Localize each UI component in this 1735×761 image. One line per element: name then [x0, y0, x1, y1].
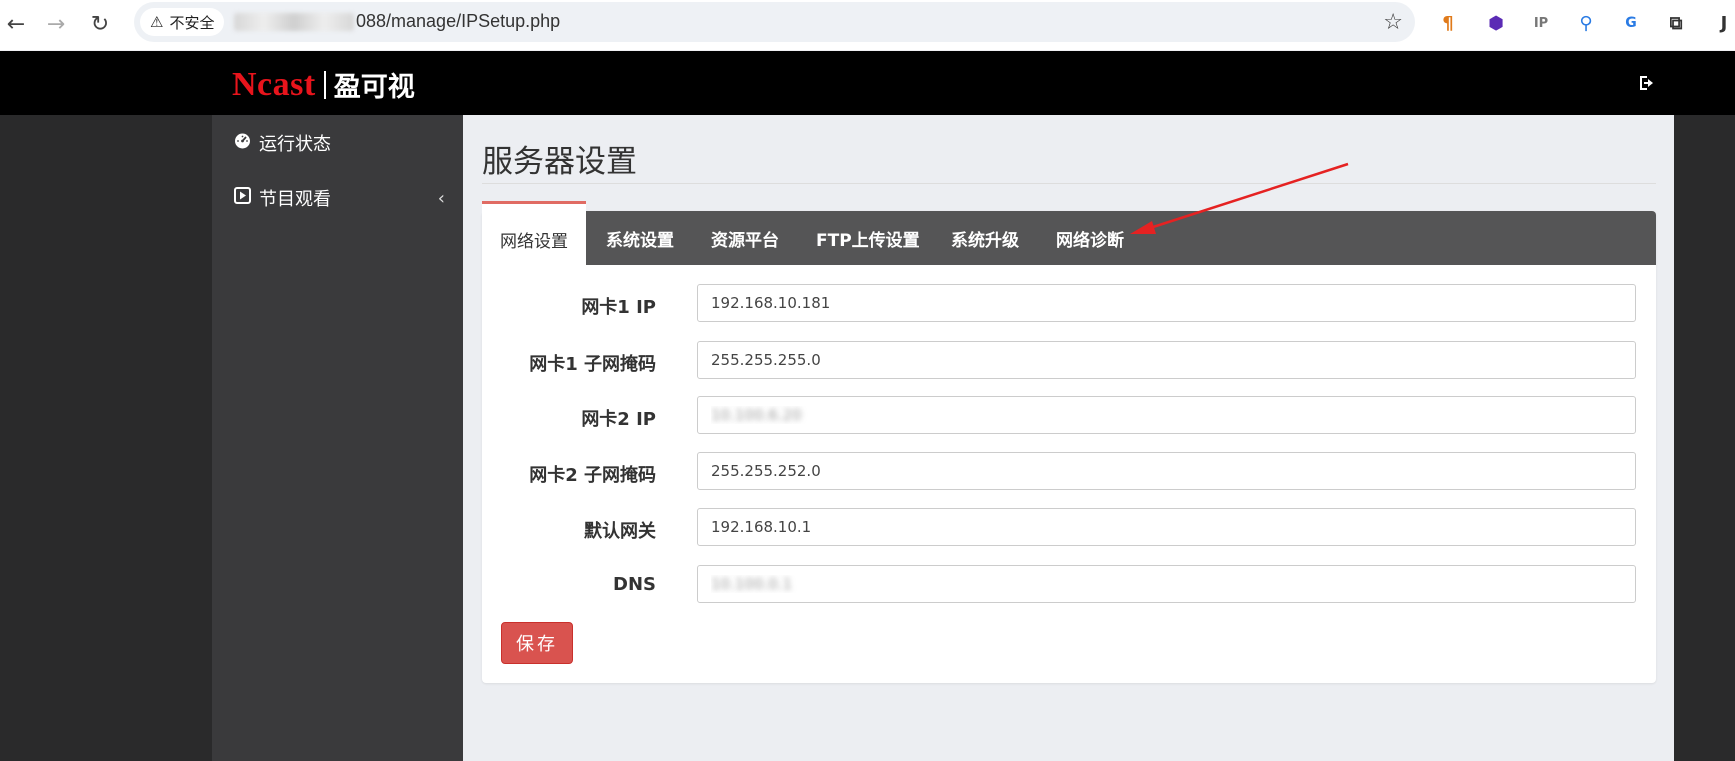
html5-extension-icon[interactable]: ⬢: [1482, 9, 1510, 37]
form-row-nic1-ip: 网卡1 IP: [482, 284, 1656, 322]
nic1-ip-input[interactable]: [697, 284, 1636, 322]
left-gutter: [0, 115, 212, 761]
field-label: DNS: [613, 574, 656, 595]
url-redacted: [234, 13, 354, 32]
sidebar: 运行状态 节目观看 ‹: [212, 115, 463, 761]
extensions-puzzle-icon[interactable]: ⧉: [1662, 9, 1690, 37]
title-divider: [482, 183, 1656, 184]
play-icon: [234, 187, 251, 209]
right-gutter: [1674, 115, 1735, 761]
page-title: 服务器设置: [482, 144, 637, 180]
nic2-ip-input[interactable]: [697, 396, 1636, 434]
profile-icon[interactable]: J: [1714, 9, 1734, 37]
tab-system-settings[interactable]: 系统设置: [588, 211, 692, 265]
translate-extension-icon[interactable]: G: [1617, 9, 1645, 37]
ip-extension-icon[interactable]: IP: [1527, 9, 1555, 37]
gateway-input[interactable]: [697, 508, 1636, 546]
form-row-nic2-ip: 网卡2 IP: [482, 396, 1656, 434]
nic2-mask-input[interactable]: [697, 452, 1636, 490]
forward-icon[interactable]: →: [40, 8, 72, 40]
dns-input[interactable]: [697, 565, 1636, 603]
sidebar-item-program[interactable]: 节目观看 ‹: [212, 178, 463, 218]
chevron-left-icon[interactable]: ‹: [438, 188, 445, 209]
form-row-gateway: 默认网关: [482, 508, 1656, 546]
field-label: 网卡1 IP: [581, 297, 656, 318]
dashboard-icon: [234, 132, 251, 154]
field-label: 默认网关: [584, 521, 656, 542]
url-text[interactable]: 088/manage/IPSetup.php: [234, 11, 560, 32]
security-indicator[interactable]: ⚠ 不安全: [140, 8, 225, 36]
logo-chinese: 盈可视: [333, 72, 415, 103]
location-extension-icon[interactable]: ⚲: [1572, 9, 1600, 37]
address-bar[interactable]: ⚠ 不安全 088/manage/IPSetup.php ☆: [134, 2, 1415, 42]
form-row-dns: DNS: [482, 565, 1656, 603]
app-header: Ncast 盈可视: [0, 51, 1735, 115]
back-icon[interactable]: ←: [0, 8, 32, 40]
form-row-nic1-mask: 网卡1 子网掩码: [482, 341, 1656, 379]
field-label: 网卡2 IP: [581, 409, 656, 430]
logo: Ncast 盈可视: [232, 65, 415, 104]
tab-network-settings[interactable]: 网络设置: [482, 201, 586, 265]
logout-icon[interactable]: [1634, 70, 1660, 96]
logo-divider: [323, 70, 326, 99]
security-label: 不安全: [169, 13, 215, 32]
sidebar-item-label: 运行状态: [259, 134, 331, 155]
tab-resource-platform[interactable]: 资源平台: [693, 211, 797, 265]
tab-system-upgrade[interactable]: 系统升级: [933, 211, 1037, 265]
save-button[interactable]: 保存: [501, 622, 573, 664]
tab-ftp-upload[interactable]: FTP上传设置: [798, 211, 938, 265]
sidebar-item-label: 节目观看: [259, 189, 331, 210]
tab-network-diagnosis[interactable]: 网络诊断: [1038, 211, 1142, 265]
warning-icon: ⚠: [150, 13, 164, 31]
field-label: 网卡1 子网掩码: [529, 354, 656, 375]
pilcrow-extension-icon[interactable]: ¶: [1434, 9, 1462, 37]
form-row-nic2-mask: 网卡2 子网掩码: [482, 452, 1656, 490]
logo-brand: Ncast: [232, 65, 316, 103]
sidebar-item-status[interactable]: 运行状态: [212, 123, 463, 163]
reload-icon[interactable]: ↻: [84, 8, 116, 40]
field-label: 网卡2 子网掩码: [529, 465, 656, 486]
browser-toolbar: ← → ↻ ⚠ 不安全 088/manage/IPSetup.php ☆ ¶ ⬢…: [0, 0, 1735, 50]
bookmark-star-icon[interactable]: ☆: [1383, 10, 1403, 35]
settings-panel: 网络设置 系统设置 资源平台 FTP上传设置 系统升级 网络诊断 网卡1 IP …: [482, 201, 1656, 683]
nic1-mask-input[interactable]: [697, 341, 1636, 379]
